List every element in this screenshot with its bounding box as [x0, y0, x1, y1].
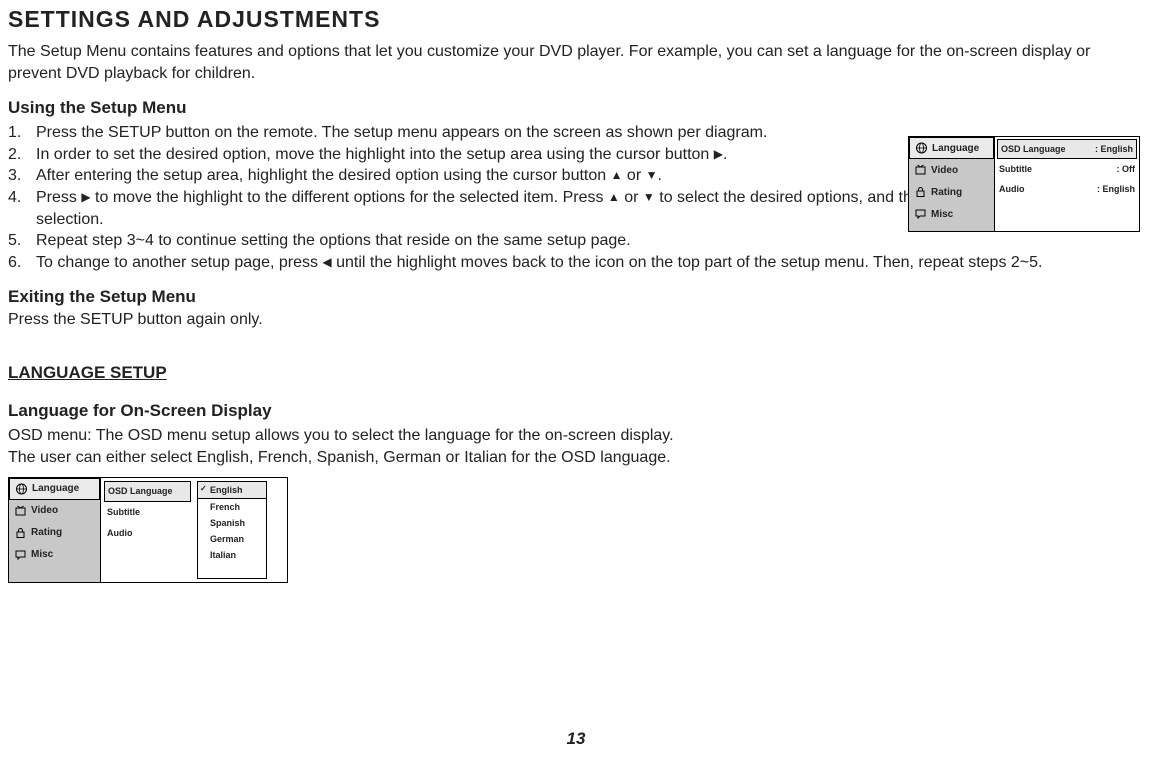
step-6-text-b: until the highlight moves back to the ic…: [332, 254, 1043, 271]
osd1-osdlang-label: OSD Language: [1001, 144, 1066, 154]
tv-icon: [13, 505, 27, 517]
osd-diagram-2: Language Video Rating Misc OSD Language …: [8, 477, 288, 583]
osd2-language-dropdown: English French Spanish German Italian: [197, 481, 267, 579]
lang-osd-body2: The user can either select English, Fren…: [8, 447, 1140, 469]
osd-diagram-1: Language Video Rating Misc OSD Language …: [908, 136, 1140, 232]
step-3-text-b: or: [622, 167, 645, 184]
lock-icon: [13, 527, 27, 539]
osd1-tab-rating-label: Rating: [931, 187, 962, 198]
globe-icon: [14, 483, 28, 495]
step-3-text-a: After entering the setup area, highlight…: [36, 167, 611, 184]
osd2-tab-misc: Misc: [9, 544, 100, 566]
down-arrow-icon: ▼: [646, 167, 658, 183]
right-arrow-icon: ▶: [714, 146, 723, 162]
osd2-tab-language: Language: [9, 478, 100, 500]
osd2-opt-german: German: [198, 531, 266, 547]
osd2-tab-language-label: Language: [32, 483, 79, 494]
up-arrow-icon: ▲: [611, 167, 623, 183]
intro-text: The Setup Menu contains features and opt…: [8, 41, 1140, 84]
osd2-tab-rating-label: Rating: [31, 527, 62, 538]
tv-icon: [913, 164, 927, 176]
osd2-tab-video: Video: [9, 500, 100, 522]
osd1-row-audio: Audio : English: [999, 179, 1135, 199]
step-5-text: Repeat step 3~4 to continue setting the …: [36, 230, 1140, 252]
osd2-row-subtitle: Subtitle: [107, 502, 191, 523]
globe-icon: [914, 142, 928, 154]
osd1-tab-video-label: Video: [931, 165, 958, 176]
step-5: 5.Repeat step 3~4 to continue setting th…: [8, 230, 1140, 252]
osd1-audio-value: : English: [1097, 184, 1135, 194]
osd2-row-osdlang: OSD Language: [104, 481, 191, 502]
page-title: SETTINGS AND ADJUSTMENTS: [8, 6, 1140, 33]
osd1-tab-language-label: Language: [932, 143, 979, 154]
osd1-tab-misc-label: Misc: [931, 209, 953, 220]
speech-icon: [913, 208, 927, 220]
osd1-audio-label: Audio: [999, 184, 1025, 194]
osd2-row-audio: Audio: [107, 523, 191, 544]
osd1-row-subtitle: Subtitle : Off: [999, 159, 1135, 179]
step-6: 6.To change to another setup page, press…: [8, 252, 1140, 274]
osd2-settings: OSD Language Subtitle Audio: [107, 481, 191, 579]
exit-body: Press the SETUP button again only.: [8, 311, 1140, 329]
right-arrow-icon: ▶: [81, 189, 90, 205]
osd1-tab-rating: Rating: [909, 181, 994, 203]
speech-icon: [13, 549, 27, 561]
osd1-subtitle-value: : Off: [1117, 164, 1136, 174]
lock-icon: [913, 186, 927, 198]
osd1-osdlang-value: : English: [1095, 144, 1133, 154]
osd2-opt-italian: Italian: [198, 547, 266, 563]
step-4-text-b: to move the highlight to the different o…: [91, 189, 608, 206]
osd2-opt-english: English: [198, 482, 266, 499]
osd2-tabs: Language Video Rating Misc: [9, 478, 101, 582]
osd1-tab-language: Language: [909, 137, 994, 159]
osd2-opt-french: French: [198, 499, 266, 515]
osd1-tab-video: Video: [909, 159, 994, 181]
osd1-settings: OSD Language : English Subtitle : Off Au…: [995, 137, 1139, 231]
exit-heading: Exiting the Setup Menu: [8, 287, 1140, 307]
using-heading: Using the Setup Menu: [8, 98, 1140, 118]
up-arrow-icon: ▲: [608, 189, 620, 205]
step-4-text-a: Press: [36, 189, 81, 206]
step-6-text-a: To change to another setup page, press: [36, 254, 322, 271]
osd1-subtitle-label: Subtitle: [999, 164, 1032, 174]
page-number: 13: [0, 729, 1152, 749]
osd2-tab-video-label: Video: [31, 505, 58, 516]
osd2-tab-misc-label: Misc: [31, 549, 53, 560]
osd1-row-osdlang: OSD Language : English: [997, 139, 1137, 159]
step-3-text-c: .: [658, 167, 662, 184]
osd2-opt-spanish: Spanish: [198, 515, 266, 531]
step-4-text-c: or: [620, 189, 643, 206]
osd1-tab-misc: Misc: [909, 203, 994, 225]
step-2-text-a: In order to set the desired option, move…: [36, 146, 714, 163]
down-arrow-icon: ▼: [643, 189, 655, 205]
osd2-tab-rating: Rating: [9, 522, 100, 544]
step-2-text-b: .: [723, 146, 727, 163]
left-arrow-icon: ◀: [322, 254, 331, 270]
language-setup-heading: LANGUAGE SETUP: [8, 363, 1140, 383]
osd1-tabs: Language Video Rating Misc: [909, 137, 995, 231]
lang-osd-body1: OSD menu: The OSD menu setup allows you …: [8, 425, 1140, 447]
lang-osd-heading: Language for On-Screen Display: [8, 401, 1140, 421]
